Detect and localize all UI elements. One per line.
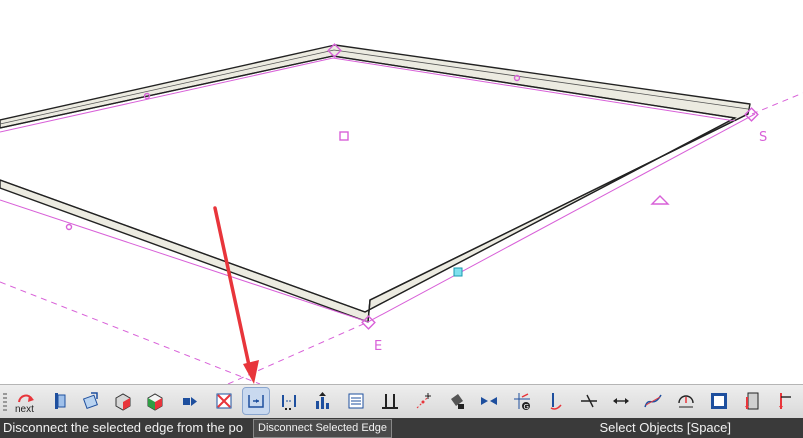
- edge-book-button[interactable]: [47, 388, 73, 414]
- reference-lines: [0, 92, 803, 384]
- frame-button[interactable]: [706, 388, 732, 414]
- delete-edge-icon: [216, 393, 232, 409]
- open-door-button[interactable]: [740, 388, 766, 414]
- gable-button[interactable]: [377, 388, 403, 414]
- elevation-button[interactable]: [772, 388, 798, 414]
- bend-icon: [581, 394, 597, 408]
- break-line-button[interactable]: [276, 388, 302, 414]
- annotation-arrow: [213, 206, 259, 384]
- gable-icon: [382, 394, 398, 409]
- open-door-icon: [745, 392, 759, 410]
- edge-book-icon: [55, 393, 66, 409]
- paint-bucket-button[interactable]: [444, 388, 470, 414]
- paint-bucket-icon: [451, 394, 464, 409]
- cube-color-icon: [147, 393, 163, 411]
- status-message: Disconnect the selected edge from the po: [3, 420, 243, 435]
- align-icon: [316, 392, 329, 409]
- layer-list-button[interactable]: [343, 388, 369, 414]
- cube-section-icon: [115, 393, 131, 411]
- frame-icon: [711, 393, 727, 409]
- delete-edge-button[interactable]: [211, 388, 237, 414]
- elevation-icon: [779, 393, 791, 409]
- snap-grid-button[interactable]: G: [509, 388, 535, 414]
- disconnect-edge-icon: [248, 395, 264, 408]
- snap-grid-icon: G: [514, 393, 530, 411]
- next-label: next: [15, 404, 34, 415]
- transfer-button[interactable]: [177, 388, 203, 414]
- add-point-icon: [416, 393, 431, 409]
- 3d-viewport[interactable]: S E: [0, 0, 803, 384]
- bottom-toolbar: next G: [0, 384, 803, 418]
- arc-button[interactable]: [673, 388, 699, 414]
- layer-list-icon: [348, 393, 364, 409]
- break-line-icon: [282, 395, 296, 410]
- curve-icon: [644, 394, 662, 408]
- join-icon: [481, 397, 497, 405]
- redraw-icon: [82, 392, 98, 410]
- status-mode: Select Objects [Space]: [599, 420, 731, 435]
- svg-text:G: G: [524, 403, 529, 411]
- wall-frame[interactable]: [0, 44, 756, 323]
- cube-color-button[interactable]: [142, 388, 168, 414]
- join-button[interactable]: [476, 388, 502, 414]
- vertical-icon: [550, 393, 562, 410]
- curve-button[interactable]: [640, 388, 666, 414]
- disconnect-edge-button[interactable]: [242, 387, 270, 415]
- point-label-s: S: [759, 130, 767, 145]
- floor-plan-canvas[interactable]: S E: [0, 0, 803, 384]
- vertical-button[interactable]: [543, 388, 569, 414]
- cube-section-button[interactable]: [110, 388, 136, 414]
- transfer-icon: [183, 397, 197, 406]
- status-bar: Disconnect the selected edge from the po…: [0, 418, 803, 438]
- dimension-icon: [613, 398, 629, 404]
- dimension-button[interactable]: [608, 388, 634, 414]
- point-label-e: E: [374, 339, 382, 354]
- tooltip: Disconnect Selected Edge: [253, 419, 393, 438]
- add-point-button[interactable]: [411, 388, 437, 414]
- toolbar-grip-icon[interactable]: [3, 393, 7, 411]
- bend-button[interactable]: [576, 388, 602, 414]
- selected-edge-handle[interactable]: [453, 267, 463, 277]
- align-button[interactable]: [310, 388, 336, 414]
- redraw-button[interactable]: [78, 388, 104, 414]
- arc-icon: [678, 395, 694, 408]
